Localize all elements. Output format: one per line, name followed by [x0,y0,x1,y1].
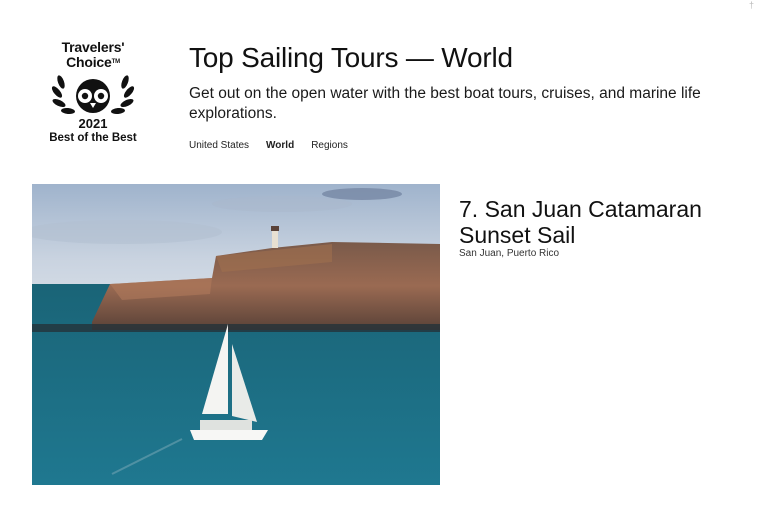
listing-title[interactable]: 7. San Juan Catamaran Sunset Sail [459,196,759,248]
listing-photo[interactable] [32,184,440,485]
badge-year: 2021 [78,116,108,131]
badge-trademark: TM [111,59,120,65]
page-description: Get out on the open water with the best … [189,85,701,122]
badge-line2: Choice [66,54,112,70]
corner-mark: † [748,0,754,10]
owl-laurel-icon [51,75,135,115]
badge-title: Travelers' ChoiceTM [34,40,152,70]
tab-regions[interactable]: Regions [311,140,348,151]
badge-subtitle: Best of the Best [49,132,137,144]
tab-world[interactable]: World [266,140,294,151]
catamaran-sailing-fort-photo [32,184,440,485]
badge-line1: Travelers' [61,39,125,55]
travelers-choice-badge: Travelers' ChoiceTM 2021 Best of the Bes… [34,40,152,145]
tab-united-states[interactable]: United States [189,140,249,151]
listing-location: San Juan, Puerto Rico [459,248,560,259]
region-tabs: United States World Regions [189,140,348,151]
page-title: Top Sailing Tours — World [189,42,513,73]
